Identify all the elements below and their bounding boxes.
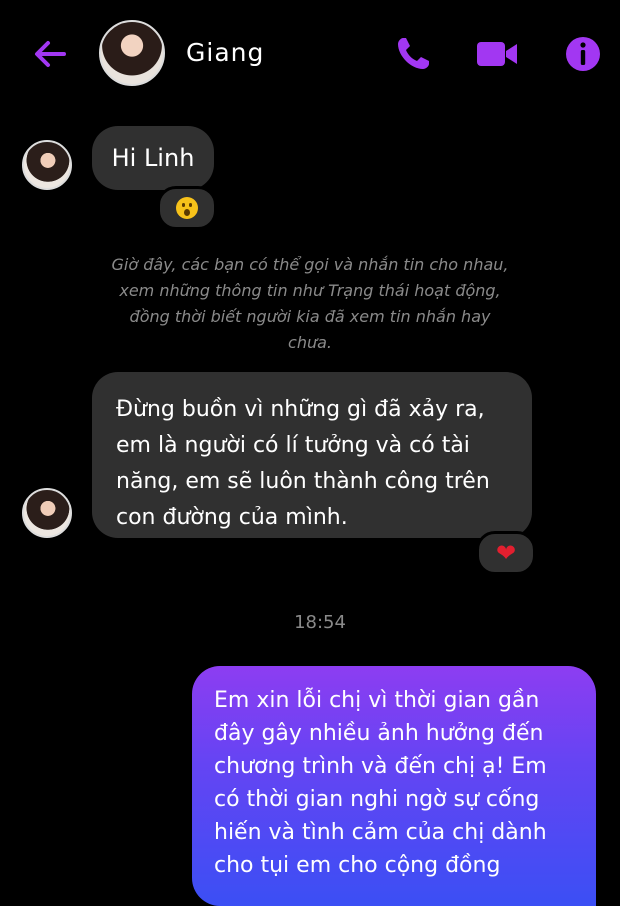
message-line: Em xin lỗi chị vì thời gian gần (214, 688, 540, 713)
notice-line: chưa. (288, 333, 332, 352)
contact-avatar[interactable] (99, 20, 165, 86)
sender-avatar[interactable] (22, 488, 72, 538)
connection-notice: Giờ đây, các bạn có thể gọi và nhắn tin … (90, 252, 530, 356)
message-line: con đường của mình. (116, 505, 348, 530)
back-arrow-icon[interactable] (30, 34, 70, 74)
notice-line: đồng thời biết người kia đã xem tin nhắn… (129, 307, 491, 326)
message-line: đây gây nhiều ảnh hưởng đến (214, 721, 544, 746)
video-camera-icon[interactable] (475, 34, 517, 74)
chat-header: Giang (0, 0, 620, 108)
contact-name[interactable]: Giang (186, 38, 264, 67)
sender-avatar[interactable] (22, 140, 72, 190)
message-line: hiến và tình cảm của chị dành (214, 820, 547, 845)
message-bubble-outgoing[interactable]: Em xin lỗi chị vì thời gian gần đây gây … (192, 666, 596, 906)
notice-line: Giờ đây, các bạn có thể gọi và nhắn tin … (111, 255, 509, 274)
message-line: có thời gian nghi ngờ sự cống (214, 787, 540, 812)
message-bubble-incoming[interactable]: Hi Linh (92, 126, 214, 190)
message-line: chương trình và đến chị ạ! Em (214, 754, 547, 779)
message-timestamp: 18:54 (294, 612, 346, 633)
info-icon[interactable] (563, 34, 603, 74)
message-line: em là người có lí tưởng và có tài (116, 433, 470, 458)
message-line: Đừng buồn vì những gì đã xảy ra, (116, 397, 485, 422)
phone-icon[interactable] (393, 34, 433, 74)
message-bubble-incoming[interactable]: Đừng buồn vì những gì đã xảy ra, em là n… (92, 372, 532, 538)
notice-line: xem những thông tin như Trạng thái hoạt … (119, 281, 501, 300)
astonished-face-icon (176, 197, 198, 219)
message-line: cho tụi em cho cộng đồng (214, 853, 501, 878)
reaction-badge[interactable]: ❤ (476, 531, 536, 575)
red-heart-icon: ❤ (495, 539, 517, 567)
message-line: năng, em sẽ luôn thành công trên (116, 469, 490, 494)
reaction-badge[interactable] (157, 186, 217, 230)
